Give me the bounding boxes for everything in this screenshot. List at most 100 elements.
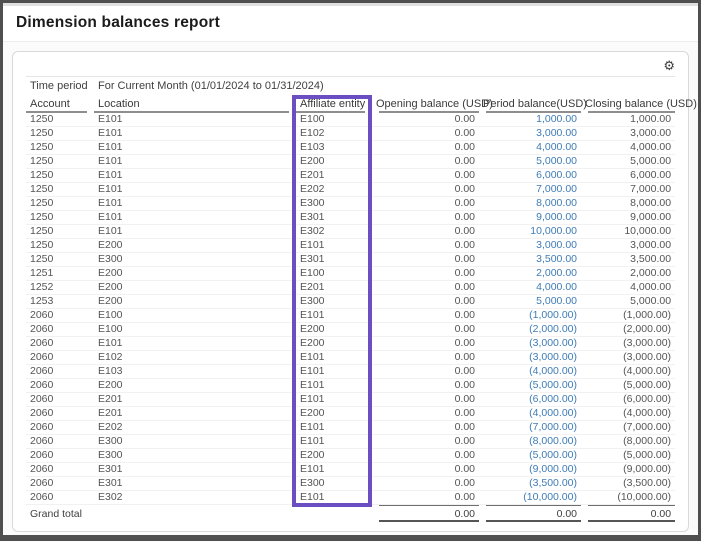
cell-opening-balance: 0.00: [372, 323, 479, 337]
cell-period-balance[interactable]: 5,000.00: [479, 295, 581, 309]
cell-affiliate-entity: E201: [296, 281, 372, 295]
cell-period-balance[interactable]: 6,000.00: [479, 169, 581, 183]
cell-period-balance[interactable]: 4,000.00: [479, 281, 581, 295]
cell-period-balance[interactable]: 1,000.00: [479, 113, 581, 127]
table-row: 1250E101E1000.001,000.001,000.00: [26, 113, 675, 127]
cell-location: E201: [94, 393, 296, 407]
time-period-row: Time period For Current Month (01/01/202…: [26, 79, 675, 97]
cell-period-balance[interactable]: (2,000.00): [479, 323, 581, 337]
cell-location: E101: [94, 141, 296, 155]
cell-period-balance[interactable]: 2,000.00: [479, 267, 581, 281]
cell-opening-balance: 0.00: [372, 449, 479, 463]
cell-location: E101: [94, 169, 296, 183]
cell-location: E200: [94, 239, 296, 253]
cell-affiliate-entity: E101: [296, 239, 372, 253]
cell-opening-balance: 0.00: [372, 267, 479, 281]
table-row: 2060E200E1010.00(5,000.00)(5,000.00): [26, 379, 675, 393]
grand-total-period: 0.00: [479, 505, 581, 524]
cell-location: E301: [94, 477, 296, 491]
cell-location: E101: [94, 211, 296, 225]
cell-opening-balance: 0.00: [372, 435, 479, 449]
table-row: 2060E302E1010.00(10,000.00)(10,000.00): [26, 491, 675, 505]
cell-account: 1250: [26, 211, 94, 225]
table-row: 2060E101E2000.00(3,000.00)(3,000.00): [26, 337, 675, 351]
table-row: 2060E102E1010.00(3,000.00)(3,000.00): [26, 351, 675, 365]
table-row: 2060E103E1010.00(4,000.00)(4,000.00): [26, 365, 675, 379]
cell-affiliate-entity: E101: [296, 365, 372, 379]
cell-closing-balance: (3,000.00): [581, 337, 675, 351]
cell-closing-balance: 4,000.00: [581, 141, 675, 155]
cell-period-balance[interactable]: 3,000.00: [479, 127, 581, 141]
cell-opening-balance: 0.00: [372, 463, 479, 477]
cell-location: E101: [94, 113, 296, 127]
cell-closing-balance: 5,000.00: [581, 155, 675, 169]
cell-opening-balance: 0.00: [372, 211, 479, 225]
cell-opening-balance: 0.00: [372, 351, 479, 365]
cell-affiliate-entity: E103: [296, 141, 372, 155]
cell-period-balance[interactable]: (6,000.00): [479, 393, 581, 407]
cell-affiliate-entity: E200: [296, 155, 372, 169]
cell-period-balance[interactable]: (3,000.00): [479, 337, 581, 351]
cell-period-balance[interactable]: (5,000.00): [479, 379, 581, 393]
cell-period-balance[interactable]: (9,000.00): [479, 463, 581, 477]
cell-account: 2060: [26, 491, 94, 505]
table-row: 2060E202E1010.00(7,000.00)(7,000.00): [26, 421, 675, 435]
cell-affiliate-entity: E200: [296, 337, 372, 351]
cell-closing-balance: 3,500.00: [581, 253, 675, 267]
cell-affiliate-entity: E101: [296, 491, 372, 505]
cell-opening-balance: 0.00: [372, 407, 479, 421]
cell-account: 2060: [26, 463, 94, 477]
cell-affiliate-entity: E100: [296, 113, 372, 127]
cell-closing-balance: 2,000.00: [581, 267, 675, 281]
cell-closing-balance: 4,000.00: [581, 281, 675, 295]
cell-period-balance[interactable]: (4,000.00): [479, 407, 581, 421]
cell-closing-balance: (5,000.00): [581, 379, 675, 393]
cell-period-balance[interactable]: 3,500.00: [479, 253, 581, 267]
cell-period-balance[interactable]: 8,000.00: [479, 197, 581, 211]
grand-total-spacer: [94, 505, 296, 524]
cell-affiliate-entity: E101: [296, 421, 372, 435]
cell-closing-balance: 9,000.00: [581, 211, 675, 225]
cell-period-balance[interactable]: (3,500.00): [479, 477, 581, 491]
cell-period-balance[interactable]: 7,000.00: [479, 183, 581, 197]
table-row: 2060E201E1010.00(6,000.00)(6,000.00): [26, 393, 675, 407]
cell-period-balance[interactable]: (5,000.00): [479, 449, 581, 463]
cell-account: 2060: [26, 323, 94, 337]
cell-period-balance[interactable]: 3,000.00: [479, 239, 581, 253]
cell-period-balance[interactable]: (1,000.00): [479, 309, 581, 323]
cell-closing-balance: (9,000.00): [581, 463, 675, 477]
cell-closing-balance: (5,000.00): [581, 449, 675, 463]
cell-period-balance[interactable]: (7,000.00): [479, 421, 581, 435]
cell-period-balance[interactable]: (3,000.00): [479, 351, 581, 365]
cell-opening-balance: 0.00: [372, 337, 479, 351]
cell-period-balance[interactable]: 10,000.00: [479, 225, 581, 239]
table-row: 2060E300E2000.00(5,000.00)(5,000.00): [26, 449, 675, 463]
cell-period-balance[interactable]: 4,000.00: [479, 141, 581, 155]
cell-closing-balance: 3,000.00: [581, 239, 675, 253]
cell-affiliate-entity: E302: [296, 225, 372, 239]
table-row: 1250E101E3010.009,000.009,000.00: [26, 211, 675, 225]
report-card: ⚙ Time period For Current Month (01/01/2…: [12, 51, 689, 532]
cell-account: 1250: [26, 183, 94, 197]
cell-period-balance[interactable]: 5,000.00: [479, 155, 581, 169]
cell-period-balance[interactable]: (4,000.00): [479, 365, 581, 379]
table-row: 1250E101E3000.008,000.008,000.00: [26, 197, 675, 211]
column-header-closing-balance: Closing balance (USD): [581, 97, 675, 113]
cell-affiliate-entity: E200: [296, 323, 372, 337]
cell-period-balance[interactable]: (10,000.00): [479, 491, 581, 505]
cell-period-balance[interactable]: (8,000.00): [479, 435, 581, 449]
screenshot-frame: Dimension balances report ⚙ Time pe: [0, 0, 701, 541]
cell-closing-balance: (3,000.00): [581, 351, 675, 365]
cell-account: 1252: [26, 281, 94, 295]
cell-affiliate-entity: E101: [296, 351, 372, 365]
time-period-label: Time period: [26, 79, 94, 97]
cell-location: E101: [94, 337, 296, 351]
gear-icon[interactable]: ⚙: [663, 59, 675, 73]
cell-closing-balance: (3,500.00): [581, 477, 675, 491]
cell-period-balance[interactable]: 9,000.00: [479, 211, 581, 225]
cell-closing-balance: 10,000.00: [581, 225, 675, 239]
cell-account: 1253: [26, 295, 94, 309]
table-row: 1250E101E2020.007,000.007,000.00: [26, 183, 675, 197]
cell-account: 1250: [26, 113, 94, 127]
cell-account: 1251: [26, 267, 94, 281]
